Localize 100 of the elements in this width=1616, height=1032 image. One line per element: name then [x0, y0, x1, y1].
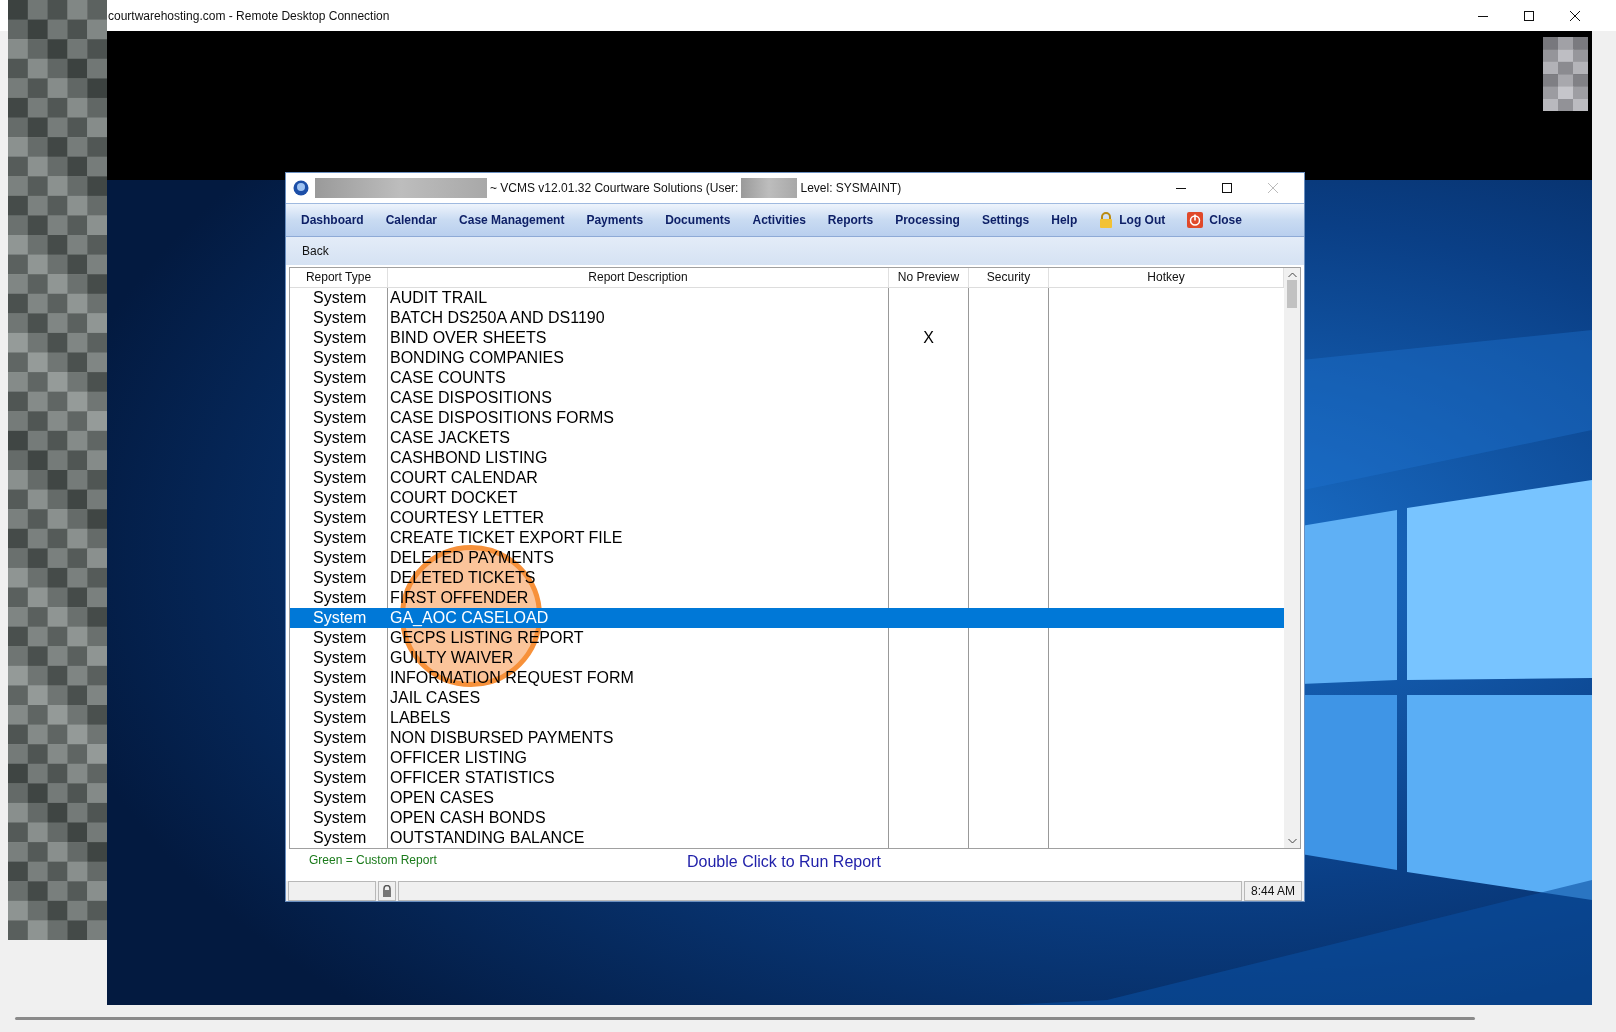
- table-cell: System: [290, 448, 388, 469]
- table-cell: AUDIT TRAIL: [388, 288, 889, 309]
- padlock-icon: [1099, 211, 1114, 228]
- table-cell: System: [290, 768, 388, 789]
- window-title: courtwarehosting.com - Remote Desktop Connection: [108, 8, 391, 23]
- menu-item[interactable]: Reports: [816, 205, 885, 234]
- column-header[interactable]: Report Type: [290, 268, 388, 288]
- app-logo-icon: [293, 180, 309, 196]
- table-cell: System: [290, 368, 388, 389]
- menu-item[interactable]: Processing: [884, 205, 971, 234]
- menu-item[interactable]: Settings: [970, 205, 1041, 234]
- scrollbar[interactable]: [1284, 268, 1300, 849]
- table-cell: OFFICER STATISTICS: [388, 768, 889, 789]
- scroll-up-icon[interactable]: [1287, 272, 1297, 279]
- column-header[interactable]: Security: [969, 268, 1049, 288]
- table-row[interactable]: System OFFICER STATISTICS: [290, 768, 1284, 789]
- table-cell: System: [290, 628, 388, 649]
- table-cell: CASHBOND LISTING: [388, 448, 889, 469]
- table-cell: System: [290, 348, 388, 369]
- table-row[interactable]: System BONDING COMPANIES: [290, 348, 1284, 369]
- table-row[interactable]: System OPEN CASES: [290, 788, 1284, 809]
- table-cell: System: [290, 788, 388, 809]
- table-cell: NON DISBURSED PAYMENTS: [388, 728, 889, 749]
- table-cell: System: [290, 468, 388, 489]
- table-row[interactable]: System CASE DISPOSITIONS: [290, 388, 1284, 409]
- table-cell: System: [290, 288, 388, 309]
- hint-text: Double Click to Run Report: [687, 853, 881, 872]
- menu-item[interactable]: Close: [1176, 205, 1253, 234]
- menu-item[interactable]: Payments: [575, 205, 655, 234]
- menu-item[interactable]: Log Out: [1088, 205, 1177, 234]
- table-cell: System: [290, 488, 388, 509]
- table-row[interactable]: System BIND OVER SHEETS X: [290, 328, 1284, 349]
- back-button[interactable]: Back: [296, 242, 335, 261]
- table-cell: System: [290, 608, 388, 629]
- menu-item[interactable]: Activities: [741, 205, 817, 234]
- scroll-down-icon[interactable]: [1287, 838, 1297, 845]
- table-cell: BATCH DS250A AND DS1190: [388, 308, 889, 329]
- menu-item[interactable]: Dashboard: [290, 205, 375, 234]
- table-cell: System: [290, 808, 388, 829]
- power-icon: [1187, 211, 1204, 228]
- table-cell: System: [290, 668, 388, 689]
- table-cell: OPEN CASH BONDS: [388, 808, 889, 829]
- table-row[interactable]: System COURT CALENDAR: [290, 468, 1284, 489]
- user-level: Level: SYSMAINT): [800, 181, 903, 195]
- close-icon: [1570, 10, 1580, 21]
- table-cell: System: [290, 408, 388, 429]
- table-cell: JAIL CASES: [388, 688, 889, 709]
- table-cell: System: [290, 308, 388, 329]
- table-cell: System: [290, 728, 388, 749]
- table-row[interactable]: System AUDIT TRAIL: [290, 288, 1284, 309]
- table-row[interactable]: System CASE JACKETS: [290, 428, 1284, 449]
- table-cell: COURT CALENDAR: [388, 468, 889, 489]
- table-row[interactable]: System NON DISBURSED PAYMENTS: [290, 728, 1284, 749]
- maximize-icon: [1222, 183, 1232, 193]
- legend-text: Green = Custom Report: [309, 853, 438, 868]
- table-row[interactable]: System LABELS: [290, 708, 1284, 729]
- scroll-thumb[interactable]: [1287, 280, 1297, 309]
- table-row[interactable]: System CASE COUNTS: [290, 368, 1284, 389]
- table-row[interactable]: System COURT DOCKET: [290, 488, 1284, 509]
- table-row[interactable]: System CASE DISPOSITIONS FORMS: [290, 408, 1284, 429]
- status-time: 8:44 AM: [1251, 884, 1295, 899]
- table-cell: System: [290, 548, 388, 569]
- table-row[interactable]: System OPEN CASH BONDS: [290, 808, 1284, 829]
- menu-item[interactable]: Documents: [654, 205, 742, 234]
- table-cell: System: [290, 428, 388, 449]
- table-cell: System: [290, 328, 388, 349]
- table-row[interactable]: System OFFICER LISTING: [290, 748, 1284, 769]
- table-cell: CASE DISPOSITIONS: [388, 388, 889, 409]
- app-title: ~ VCMS v12.01.32 Courtware Solutions (User:: [490, 181, 739, 195]
- table-row[interactable]: System CASHBOND LISTING: [290, 448, 1284, 469]
- table-row[interactable]: System GA_AOC CASELOAD: [290, 608, 1284, 629]
- table-cell: System: [290, 748, 388, 769]
- table-cell: System: [290, 688, 388, 709]
- table-cell: COURTESY LETTER: [388, 508, 889, 529]
- maximize-icon: [1524, 10, 1534, 21]
- menu-item[interactable]: Calendar: [374, 205, 449, 234]
- table-cell: System: [290, 508, 388, 529]
- table-cell: CASE JACKETS: [388, 428, 889, 449]
- table-cell: System: [290, 708, 388, 729]
- table-cell: System: [290, 568, 388, 589]
- table-cell: BONDING COMPANIES: [388, 348, 889, 369]
- table-row[interactable]: System JAIL CASES: [290, 688, 1284, 709]
- table-cell: LABELS: [388, 708, 889, 729]
- column-header[interactable]: No Preview: [889, 268, 969, 288]
- redacted-text: [741, 178, 798, 198]
- table-row[interactable]: System OUTSTANDING BALANCE: [290, 828, 1284, 849]
- table-cell: OUTSTANDING BALANCE: [388, 828, 889, 849]
- close-icon: [1268, 183, 1278, 193]
- menu-item[interactable]: Case Management: [448, 205, 576, 234]
- table-cell: System: [290, 388, 388, 409]
- table-cell: COURT DOCKET: [388, 488, 889, 509]
- table-cell: CASE COUNTS: [388, 368, 889, 389]
- table-row[interactable]: System BATCH DS250A AND DS1190: [290, 308, 1284, 329]
- table-cell: System: [290, 648, 388, 669]
- table-row[interactable]: System COURTESY LETTER: [290, 508, 1284, 529]
- table-cell: System: [290, 528, 388, 549]
- table-cell: X: [923, 329, 934, 347]
- menu-item[interactable]: Help: [1040, 205, 1089, 234]
- column-header[interactable]: Report Description: [388, 268, 889, 288]
- table-cell: CASE DISPOSITIONS FORMS: [388, 408, 889, 429]
